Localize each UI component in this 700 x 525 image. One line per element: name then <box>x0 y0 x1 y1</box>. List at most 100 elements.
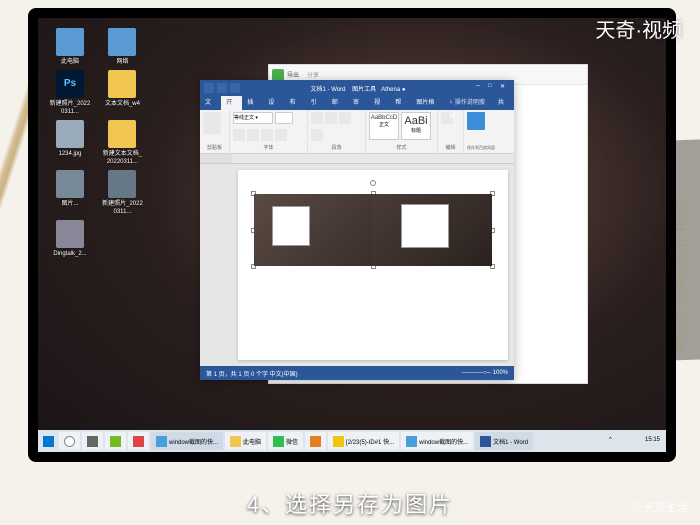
tray-volume-icon[interactable] <box>633 437 642 446</box>
system-tray[interactable]: ^ 15:15 <box>603 437 666 446</box>
desktop-icon[interactable]: 网络 <box>101 28 143 66</box>
taskbar-search[interactable] <box>59 432 80 450</box>
ribbon-font: 等线正文 ▾ 字体 <box>230 110 308 153</box>
ribbon-tabs: 文件 开始 插入 设计 布局 引用 邮件 审阅 视图 帮助 图片格式 ♀ 操作说… <box>200 96 514 110</box>
window-controls: ─ □ ✕ <box>472 83 514 93</box>
tab-view[interactable]: 视图 <box>369 96 390 110</box>
tray-clock[interactable]: 15:15 <box>645 437 660 446</box>
desktop-icon[interactable]: 此电脑 <box>49 28 91 66</box>
taskbar-item[interactable] <box>128 432 149 450</box>
taskbar-item[interactable]: window截图的快... <box>151 432 223 450</box>
app-icon <box>406 436 417 447</box>
desktop-icon[interactable]: 新建文本文档_20220311... <box>101 120 143 166</box>
bullet-list[interactable] <box>311 112 323 124</box>
tray-up-icon[interactable]: ^ <box>609 437 618 446</box>
tab-insert[interactable]: 插入 <box>242 96 263 110</box>
taskbar-item[interactable]: [2/23(5)-ID#1 快... <box>328 432 399 450</box>
font-family[interactable]: 等线正文 ▾ <box>233 112 273 124</box>
photoshop-icon: Ps <box>56 70 84 98</box>
taskbar-item[interactable] <box>105 432 126 450</box>
taskbar-item[interactable]: 微信 <box>268 432 303 450</box>
italic-button[interactable] <box>247 129 259 141</box>
bold-button[interactable] <box>233 129 245 141</box>
taskbar-item[interactable]: 此电脑 <box>225 432 266 450</box>
align-center[interactable] <box>311 129 323 141</box>
taskbar-word[interactable]: 文档1 - Word <box>475 432 533 450</box>
style-heading[interactable]: AaBi标题 <box>401 112 431 140</box>
ruler[interactable] <box>200 154 514 164</box>
tab-layout[interactable]: 布局 <box>285 96 306 110</box>
app-icon <box>110 436 121 447</box>
taskview-icon <box>87 436 98 447</box>
redo-icon[interactable] <box>230 83 240 93</box>
image-icon <box>56 120 84 148</box>
wechat-icon <box>273 436 284 447</box>
status-zoom[interactable]: ─────○─ 100% <box>462 370 508 376</box>
desktop-icon[interactable]: Ps新建照片_20220311... <box>49 70 91 116</box>
align-left[interactable] <box>339 112 351 124</box>
undo-icon[interactable] <box>217 83 227 93</box>
tab-home[interactable]: 开始 <box>221 96 242 110</box>
minimize-icon[interactable]: ─ <box>476 83 486 93</box>
desktop-icon[interactable]: 图片... <box>49 170 91 208</box>
taskbar-item[interactable] <box>305 432 326 450</box>
number-list[interactable] <box>325 112 337 124</box>
tab-picture-format[interactable]: 图片格式 <box>411 96 443 110</box>
vertical-ruler[interactable] <box>206 170 238 360</box>
desktop-icon[interactable]: 1234.jpg <box>49 120 91 158</box>
taskbar-item[interactable]: window截图的快... <box>401 432 473 450</box>
desktop-icon[interactable]: 新建照片_20220311... <box>101 170 143 216</box>
monitor-frame: 此电脑 网络 Ps新建照片_20220311... 文本文档_w4 1234.j… <box>28 8 676 462</box>
paste-button[interactable] <box>203 112 221 134</box>
taskbar: window截图的快... 此电脑 微信 [2/23(5)-ID#1 快... … <box>38 430 666 452</box>
document-area[interactable] <box>200 164 514 366</box>
word-window: 文档1 - Word 图片工具 Athena ● ─ □ ✕ 文件 开始 插入 … <box>200 80 514 380</box>
word-statusbar: 第 1 页，共 1 页 0 个字 中文(中国) ─────○─ 100% <box>200 366 514 380</box>
close-icon[interactable]: ✕ <box>500 83 510 93</box>
folder-icon <box>108 120 136 148</box>
baidu-save[interactable] <box>467 112 485 130</box>
desktop-icon[interactable]: 文本文档_w4 <box>101 70 143 108</box>
font-color[interactable] <box>275 129 287 141</box>
font-size[interactable] <box>275 112 293 124</box>
app-icon <box>310 436 321 447</box>
image-icon <box>56 220 84 248</box>
tab-mailings[interactable]: 邮件 <box>327 96 348 110</box>
inserted-image-selected[interactable] <box>254 194 492 266</box>
share-button[interactable]: 共享 <box>493 96 514 110</box>
tab-design[interactable]: 设计 <box>263 96 284 110</box>
tell-me[interactable]: ♀ 操作说明搜索 <box>444 96 493 110</box>
watermark-top-right: 天奇·视频 <box>595 14 682 43</box>
maximize-icon[interactable]: □ <box>488 83 498 93</box>
tab-references[interactable]: 引用 <box>306 96 327 110</box>
status-left[interactable]: 第 1 页，共 1 页 0 个字 中文(中国) <box>206 369 298 378</box>
tutorial-caption: 4、选择另存为图片 <box>0 487 700 519</box>
desktop-icon[interactable]: Dingtalk_2... <box>49 220 91 258</box>
underline-button[interactable] <box>261 129 273 141</box>
taskbar-taskview[interactable] <box>82 432 103 450</box>
ribbon-cloud: 保存到百度网盘 <box>464 110 498 153</box>
app-icon <box>133 436 144 447</box>
tab-file[interactable]: 文件 <box>200 96 221 110</box>
rotate-handle[interactable] <box>370 180 376 186</box>
word-icon <box>480 436 491 447</box>
computer-icon <box>56 28 84 56</box>
save-icon[interactable] <box>204 83 214 93</box>
tab-review[interactable]: 审阅 <box>348 96 369 110</box>
folder-icon <box>108 70 136 98</box>
tab-help[interactable]: 帮助 <box>390 96 411 110</box>
ribbon: 剪贴板 等线正文 ▾ 字体 <box>200 110 514 154</box>
word-titlebar[interactable]: 文档1 - Word 图片工具 Athena ● ─ □ ✕ <box>200 80 514 96</box>
image-content <box>254 194 492 266</box>
style-normal[interactable]: AaBbCcD正文 <box>369 112 399 140</box>
quick-access-toolbar <box>200 83 244 93</box>
ribbon-clipboard: 剪贴板 <box>200 110 230 153</box>
tray-network-icon[interactable] <box>621 437 630 446</box>
start-button[interactable] <box>38 431 58 451</box>
document-page[interactable] <box>238 170 508 360</box>
windows-icon <box>43 436 54 447</box>
ribbon-styles: AaBbCcD正文 AaBi标题 样式 <box>366 110 438 153</box>
desktop-screen[interactable]: 此电脑 网络 Ps新建照片_20220311... 文本文档_w4 1234.j… <box>38 18 666 452</box>
network-icon <box>108 28 136 56</box>
app-icon <box>333 436 344 447</box>
